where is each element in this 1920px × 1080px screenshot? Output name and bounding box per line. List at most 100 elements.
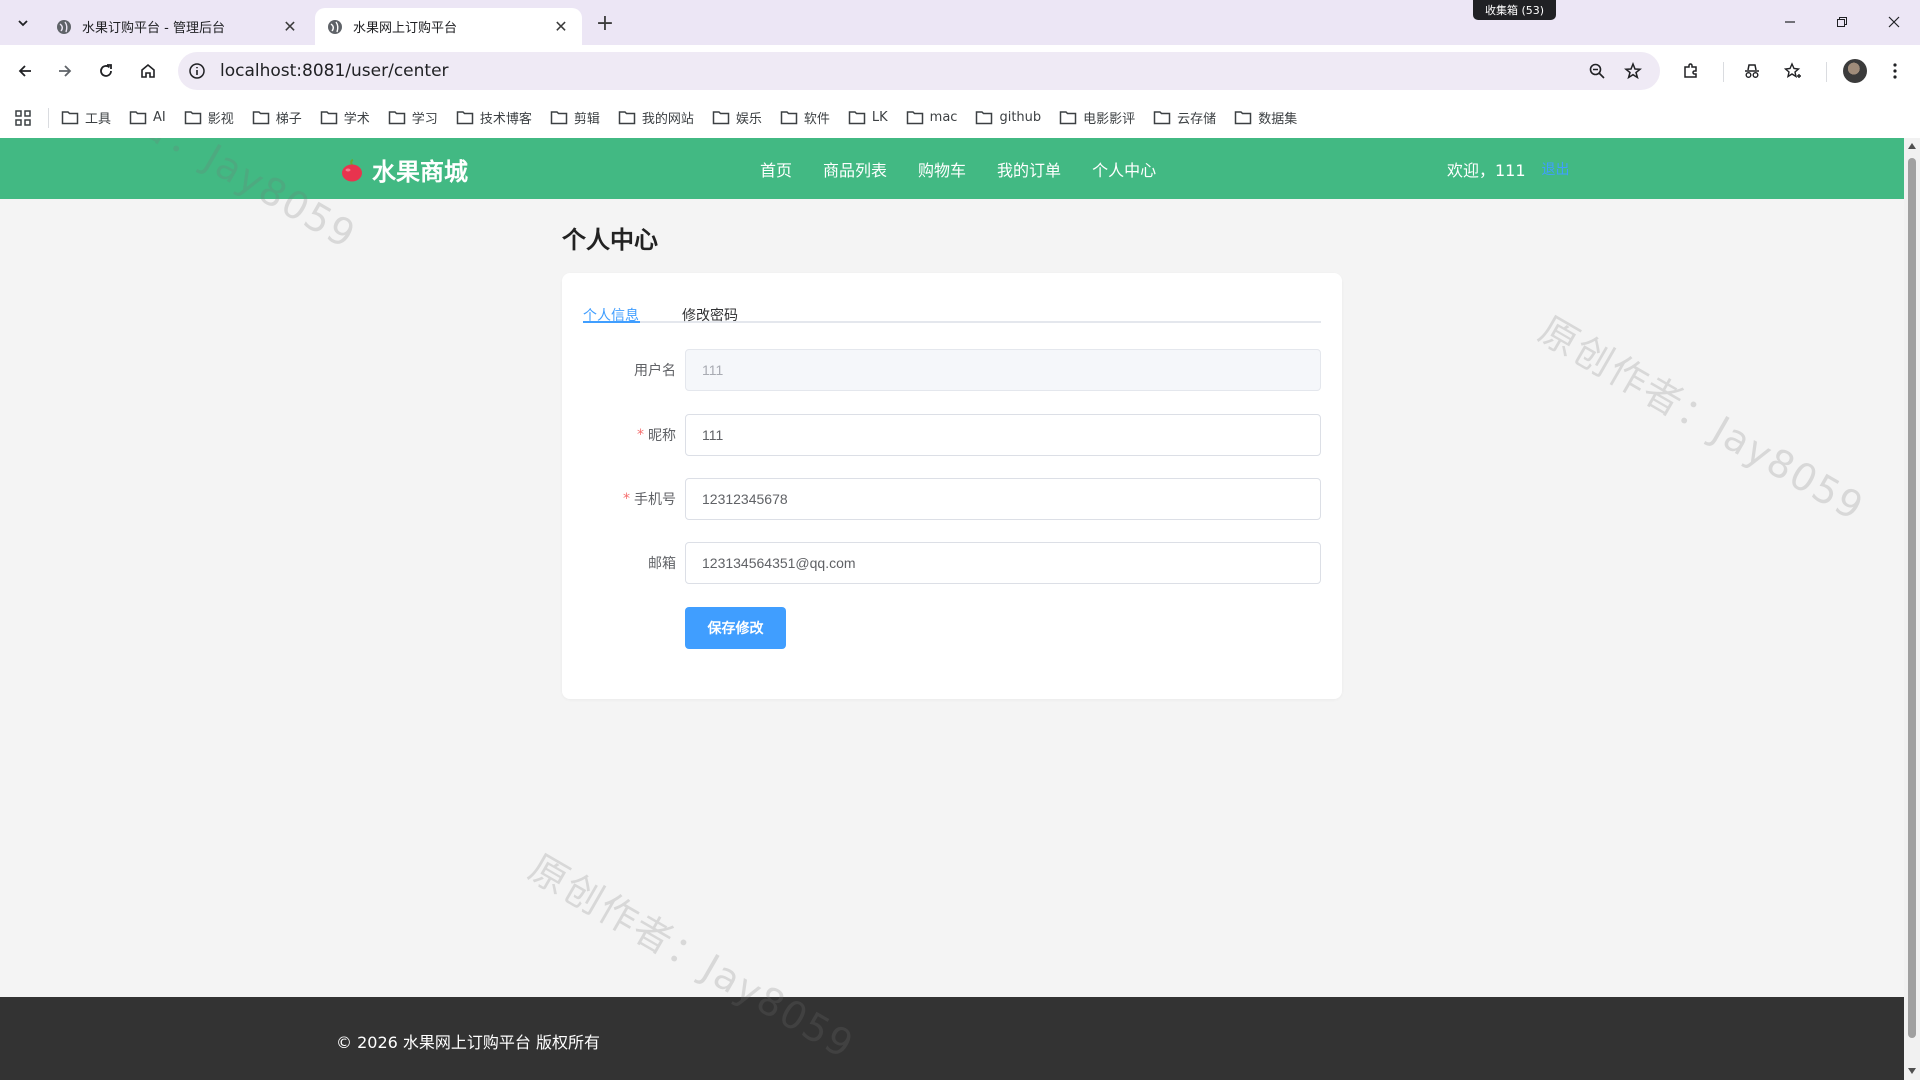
bookmark-folder[interactable]: 数据集 — [1234, 108, 1297, 127]
folder-icon — [184, 111, 201, 125]
bookmark-folder[interactable]: 剪辑 — [550, 108, 600, 127]
watermark: 原创作者：Jay8059 — [1531, 307, 1872, 530]
bookmark-folder[interactable]: 学习 — [388, 108, 438, 127]
bookmark-label: 云存储 — [1177, 112, 1217, 127]
toolbar-divider — [1723, 62, 1724, 82]
nickname-input[interactable] — [685, 414, 1321, 456]
back-button[interactable] — [11, 57, 39, 85]
bookmark-label: github — [999, 110, 1042, 125]
bookmark-label: AI — [153, 110, 166, 125]
address-bar[interactable]: localhost:8081/user/center — [178, 52, 1660, 90]
bookmark-label: 软件 — [803, 112, 830, 127]
chevron-down-icon — [18, 20, 28, 27]
bookmark-star-button[interactable] — [1622, 60, 1644, 82]
page-scrollbar[interactable] — [1904, 138, 1920, 1080]
active-tab-indicator — [583, 321, 640, 323]
browser-tab-admin[interactable]: 水果订购平台 - 管理后台 ✕ — [44, 8, 311, 45]
username-label: 用户名 — [583, 349, 676, 391]
bookmark-folder[interactable]: 工具 — [61, 108, 111, 127]
bookmark-folder[interactable]: 软件 — [780, 108, 830, 127]
nav-user-center[interactable]: 个人中心 — [1092, 157, 1156, 181]
tab-change-password[interactable]: 修改密码 — [682, 305, 738, 325]
save-button[interactable]: 保存修改 — [685, 607, 786, 649]
close-icon — [1888, 16, 1900, 28]
menu-button[interactable] — [1882, 58, 1908, 84]
nickname-label: * 昵称 — [583, 414, 676, 456]
site-logo[interactable]: 水果商城 — [340, 152, 468, 187]
minimize-button[interactable] — [1770, 8, 1810, 36]
restore-button[interactable] — [1822, 8, 1862, 36]
scroll-thumb[interactable] — [1908, 158, 1916, 1038]
folder-icon — [388, 111, 406, 125]
incognito-icon — [1745, 64, 1759, 78]
bookmark-folder[interactable]: 云存储 — [1153, 108, 1216, 127]
bookmark-folder[interactable]: 我的网站 — [618, 108, 694, 127]
label-text: 手机号 — [634, 492, 676, 508]
label-text: 用户名 — [634, 363, 676, 379]
profile-tabs: 个人信息 修改密码 — [583, 295, 1321, 325]
bookmark-folder[interactable]: 梯子 — [252, 108, 302, 127]
nav-home[interactable]: 首页 — [760, 157, 792, 181]
required-mark: * — [637, 427, 644, 443]
bookmark-label: 工具 — [85, 112, 112, 127]
tab-title: 水果网上订购平台 — [353, 21, 458, 36]
tab-title: 水果订购平台 - 管理后台 — [82, 21, 225, 36]
phone-input[interactable] — [685, 478, 1321, 520]
nav-products[interactable]: 商品列表 — [823, 157, 887, 181]
bookmark-folder[interactable]: 技术博客 — [456, 108, 532, 127]
bookmark-list: 工具 AI 影视 梯子 学术 学习 技术博客 剪辑 我的网站 娱乐 软件 LK mac github 电影影… — [61, 108, 1315, 127]
scroll-up-icon[interactable] — [1908, 143, 1916, 149]
forward-button[interactable] — [51, 57, 79, 85]
form-row-nickname: * 昵称 — [583, 414, 1321, 456]
browser-tab-shop[interactable]: 水果网上订购平台 ✕ — [315, 8, 582, 45]
favorites-button[interactable] — [1780, 58, 1806, 84]
bookmarks-bar: 工具 AI 影视 梯子 学术 学习 技术博客 剪辑 我的网站 娱乐 软件 LK mac github 电影影… — [0, 97, 1920, 138]
apps-grid-icon[interactable] — [14, 109, 32, 127]
page-viewport: 水果商城 首页 商品列表 购物车 我的订单 个人中心 欢迎，111 退出 个人中… — [0, 138, 1904, 1080]
collect-badge[interactable]: 收集箱 (53) — [1473, 0, 1557, 20]
bookmark-folder[interactable]: mac — [906, 110, 957, 125]
zoom-button[interactable] — [1586, 60, 1608, 82]
globe-icon — [57, 19, 71, 34]
bookmark-label: 娱乐 — [735, 112, 762, 127]
bookmark-folder[interactable]: 学术 — [320, 108, 370, 127]
scroll-down-icon[interactable] — [1908, 1068, 1916, 1074]
bookmark-folder[interactable]: 电影影评 — [1059, 108, 1135, 127]
page-title: 个人中心 — [562, 226, 658, 254]
arrow-left-icon — [18, 65, 31, 77]
tab-search-button[interactable] — [10, 10, 36, 36]
toolbar-divider — [1826, 62, 1827, 82]
close-icon[interactable]: ✕ — [552, 17, 570, 36]
home-button[interactable] — [134, 57, 162, 85]
nav-orders[interactable]: 我的订单 — [997, 157, 1061, 181]
close-icon[interactable]: ✕ — [281, 17, 299, 36]
browser-toolbar: localhost:8081/user/center — [0, 45, 1920, 97]
incognito-button[interactable] — [1739, 58, 1765, 84]
close-window-button[interactable] — [1874, 8, 1914, 36]
folder-icon — [550, 111, 568, 125]
nav-cart[interactable]: 购物车 — [918, 157, 966, 181]
bookmark-folder[interactable]: 影视 — [184, 108, 234, 127]
home-icon — [141, 63, 155, 78]
bookmarks-divider — [48, 107, 49, 128]
extensions-button[interactable] — [1678, 58, 1704, 84]
bookmark-folder[interactable]: AI — [129, 110, 166, 125]
bookmark-folder[interactable]: 娱乐 — [712, 108, 762, 127]
bookmark-label: 梯子 — [275, 112, 302, 127]
puzzle-icon — [1684, 63, 1697, 78]
folder-icon — [618, 111, 636, 125]
username-input[interactable] — [685, 349, 1321, 391]
new-tab-button[interactable]: + — [592, 10, 618, 36]
info-icon[interactable] — [188, 62, 206, 80]
folder-icon — [129, 111, 147, 125]
form-row-email: 邮箱 — [583, 542, 1321, 584]
form-row-username: 用户名 — [583, 349, 1321, 391]
logout-link[interactable]: 退出 — [1542, 159, 1570, 179]
profile-avatar[interactable] — [1843, 59, 1867, 83]
main-nav: 首页 商品列表 购物车 我的订单 个人中心 — [760, 138, 1187, 199]
reload-button[interactable] — [92, 57, 120, 85]
bookmark-label: 电影影评 — [1083, 112, 1136, 127]
bookmark-folder[interactable]: github — [975, 110, 1041, 125]
bookmark-folder[interactable]: LK — [848, 110, 888, 125]
email-input[interactable] — [685, 542, 1321, 584]
